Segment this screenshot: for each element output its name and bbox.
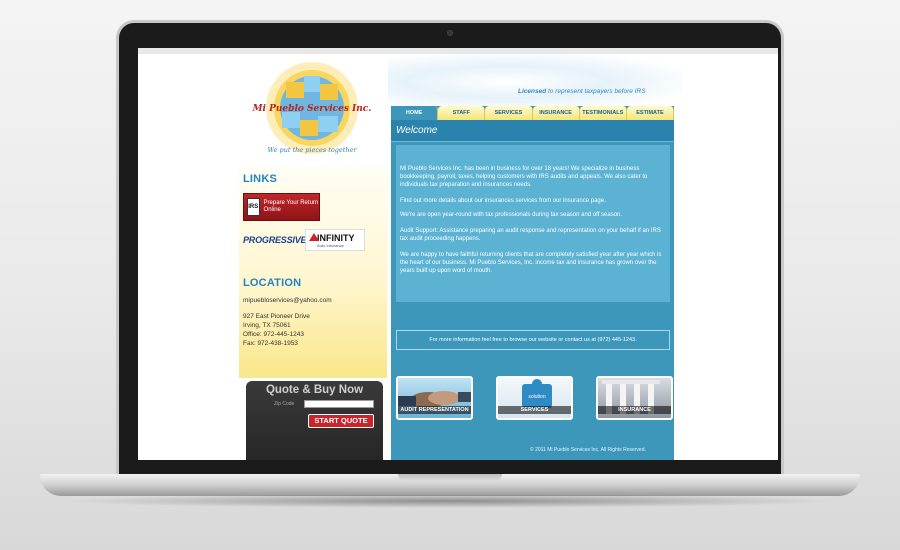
tab-services[interactable]: SERVICES	[485, 106, 533, 120]
insurance-paragraph: Find out more details about our insuranc…	[400, 198, 606, 204]
audit-representation-link[interactable]: AUDIT REPRESENTATION	[396, 376, 473, 420]
quote-title: Quote & Buy Now	[265, 384, 364, 396]
thumb-label: AUDIT REPRESENTATION	[398, 406, 471, 414]
quote-widget: Quote & Buy Now Zip Code START QUOTE	[246, 381, 383, 460]
links-heading: LINKS	[243, 173, 277, 185]
fax-number: Fax: 972-438-1953	[243, 340, 298, 347]
tab-estimate[interactable]: ESTIMATE	[626, 106, 675, 120]
screen: Mi Pueblo Services Inc. We put the piece…	[138, 48, 778, 460]
irs-prepare-return-link[interactable]: IRS Prepare Your Return Online	[243, 193, 320, 221]
tab-insurance[interactable]: INSURANCE	[532, 106, 580, 120]
laptop-notch	[398, 474, 502, 481]
thumb-label: INSURANCE	[598, 406, 671, 414]
infinity-label: INFINITY	[317, 232, 355, 243]
infinity-sub-label: Auto Insurance	[317, 242, 344, 248]
tab-testimonials[interactable]: TESTIMONIALS	[579, 106, 627, 120]
solution-word: solution	[528, 394, 545, 400]
services-link[interactable]: solution SERVICES	[496, 376, 573, 420]
thumb-label: SERVICES	[498, 406, 571, 414]
location-heading: LOCATION	[243, 277, 302, 289]
hours-paragraph: We're are open year-round with tax profe…	[400, 212, 623, 218]
tab-staff[interactable]: STAFF	[438, 106, 486, 120]
zip-label: Zip Code	[274, 401, 295, 407]
copyright: © 2011 Mi Pueblo Services Inc. All Right…	[530, 447, 646, 453]
welcome-title: Welcome	[396, 125, 438, 136]
irs-logo-icon: IRS	[247, 198, 260, 216]
nav-tabs: HOME STAFF SERVICES INSURANCE TESTIMONIA…	[391, 106, 675, 120]
intro-paragraph: Mi Pueblo Services Inc. has been in busi…	[400, 166, 648, 188]
infinity-logo-link[interactable]: INFINITY Auto Insurance	[305, 229, 365, 251]
address-line1: 927 East Pioneer Drive	[243, 313, 310, 320]
audit-paragraph: Audit Support: Assistance preparing an a…	[400, 228, 661, 242]
start-quote-button[interactable]: START QUOTE	[308, 414, 374, 428]
infinity-mark-icon	[309, 233, 319, 241]
zip-code-input[interactable]	[304, 400, 374, 408]
tab-home[interactable]: HOME	[391, 106, 439, 120]
laptop-shadow	[60, 494, 840, 508]
irs-link-label: Prepare Your Return Online	[263, 200, 319, 213]
progressive-logo-link[interactable]: PROGRESSIVE	[243, 235, 307, 245]
tagline: We put the pieces together	[267, 146, 357, 154]
contact-email[interactable]: mipuebloservices@yahoo.com	[243, 296, 332, 305]
licensed-notice: Licensed to represent taxpayers before I…	[518, 88, 646, 95]
contact-info-box: For more information feel free to browse…	[396, 330, 670, 350]
insurance-link[interactable]: INSURANCE	[596, 376, 673, 420]
camera-icon	[447, 30, 453, 36]
office-phone: Office: 972-445-1243	[243, 331, 304, 338]
logo-text: Mi Pueblo Services Inc.	[252, 104, 372, 114]
address-line2: Irving, TX 75061	[243, 322, 291, 329]
header-sky	[388, 54, 683, 110]
clients-paragraph: We are happy to have faithful returning …	[400, 252, 662, 274]
